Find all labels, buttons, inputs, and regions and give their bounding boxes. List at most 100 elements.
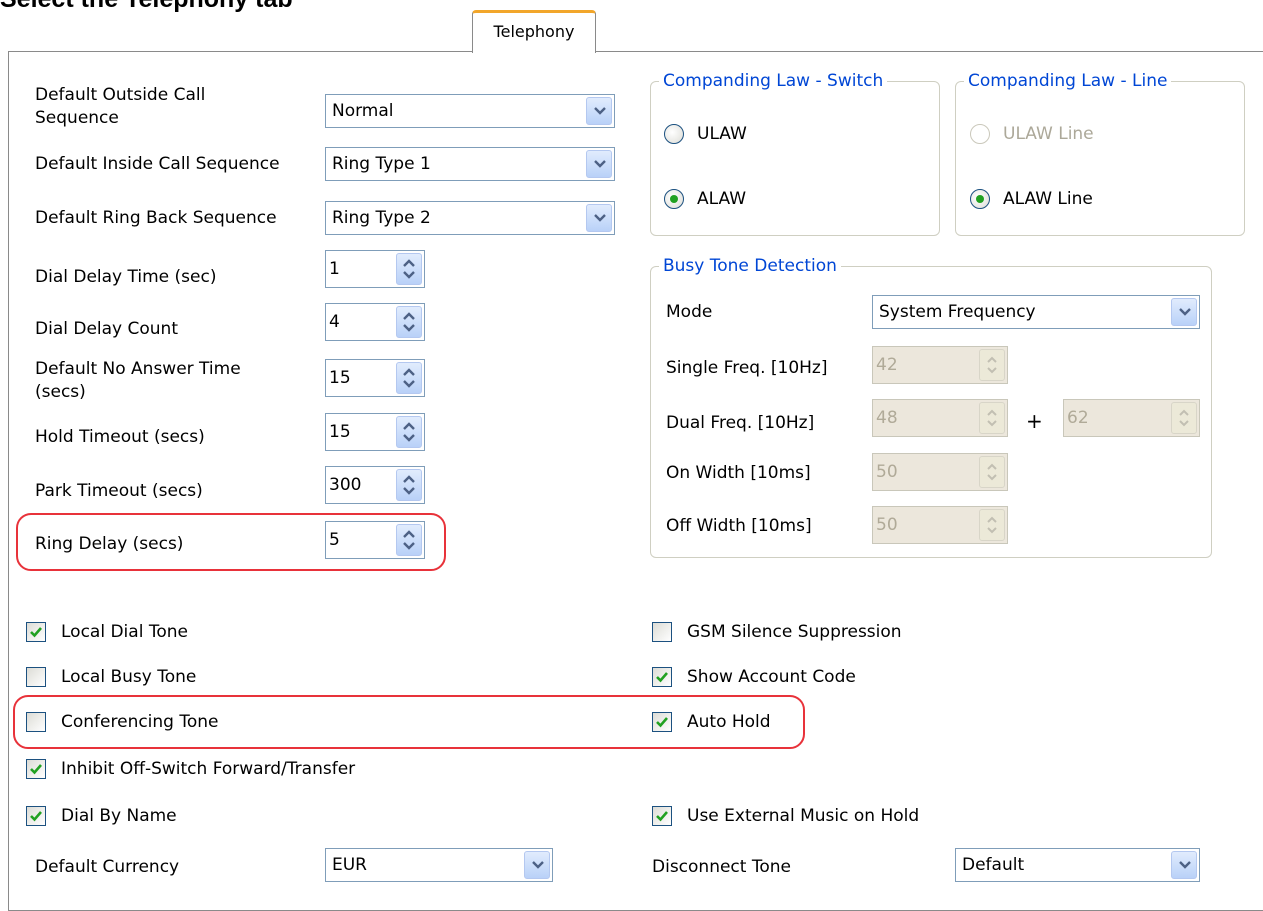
inhibit-off-switch-checkbox[interactable] xyxy=(26,759,46,779)
spinner-arrows-icon[interactable] xyxy=(979,402,1005,434)
on-width-spinner[interactable]: 50 xyxy=(872,453,1008,491)
conferencing-tone-label: Conferencing Tone xyxy=(61,712,219,732)
spinner-arrows-icon[interactable] xyxy=(979,349,1005,381)
local-busy-tone-label: Local Busy Tone xyxy=(61,667,197,687)
no-answer-time-value: 15 xyxy=(329,368,351,388)
dial-delay-count-value: 4 xyxy=(329,312,340,332)
local-dial-tone-checkbox[interactable] xyxy=(26,622,46,642)
off-width-value: 50 xyxy=(876,515,898,535)
ring-back-sequence-value: Ring Type 2 xyxy=(332,208,431,228)
spinner-arrows-icon[interactable] xyxy=(396,253,422,285)
dual-freq-1-spinner[interactable]: 48 xyxy=(872,399,1008,437)
conferencing-tone-checkbox[interactable] xyxy=(26,712,46,732)
dial-delay-count-label: Dial Delay Count xyxy=(35,319,178,339)
gsm-silence-checkbox[interactable] xyxy=(652,622,672,642)
show-account-code-label: Show Account Code xyxy=(687,667,856,687)
dial-delay-time-label: Dial Delay Time (sec) xyxy=(35,267,217,287)
radio-dot-icon xyxy=(976,195,984,203)
busy-tone-legend: Busy Tone Detection xyxy=(659,254,841,278)
on-width-value: 50 xyxy=(876,462,898,482)
companding-line-group: Companding Law - Line xyxy=(955,69,1245,236)
spinner-arrows-icon[interactable] xyxy=(396,306,422,338)
page-heading: Select the Telephony tab xyxy=(0,0,420,15)
chevron-down-icon[interactable] xyxy=(586,150,612,178)
dial-delay-time-spinner[interactable]: 1 xyxy=(325,250,425,288)
single-freq-value: 42 xyxy=(876,355,898,375)
mode-select[interactable]: System Frequency xyxy=(872,295,1200,329)
checkmark-icon xyxy=(656,672,668,683)
companding-switch-group: Companding Law - Switch xyxy=(650,69,940,236)
spinner-arrows-icon[interactable] xyxy=(979,509,1005,541)
outside-call-sequence-label: Default Outside Call Sequence xyxy=(35,85,206,128)
radio-dot-icon xyxy=(670,195,678,203)
chevron-down-icon[interactable] xyxy=(1171,851,1197,879)
ulaw-label: ULAW xyxy=(697,124,747,144)
park-timeout-value: 300 xyxy=(329,475,362,495)
tab-telephony[interactable]: Telephony xyxy=(472,10,596,53)
dual-freq-2-spinner[interactable]: 62 xyxy=(1063,399,1200,437)
chevron-down-icon[interactable] xyxy=(586,97,612,125)
ring-delay-label: Ring Delay (secs) xyxy=(35,534,184,554)
checkmark-icon xyxy=(656,717,668,728)
companding-line-legend: Companding Law - Line xyxy=(964,69,1172,93)
chevron-down-icon[interactable] xyxy=(1171,298,1197,326)
alaw-radio[interactable] xyxy=(664,189,684,209)
disconnect-tone-label: Disconnect Tone xyxy=(652,857,791,877)
local-dial-tone-label: Local Dial Tone xyxy=(61,622,188,642)
spinner-arrows-icon[interactable] xyxy=(1171,402,1197,434)
dual-freq-2-value: 62 xyxy=(1067,408,1089,428)
off-width-label: Off Width [10ms] xyxy=(666,516,812,536)
checkmark-icon xyxy=(656,811,668,822)
default-currency-label: Default Currency xyxy=(35,857,180,877)
external-moh-checkbox[interactable] xyxy=(652,806,672,826)
ulaw-radio[interactable] xyxy=(664,124,684,144)
checkmark-icon xyxy=(30,764,42,775)
inside-call-sequence-select[interactable]: Ring Type 1 xyxy=(325,147,615,181)
local-busy-tone-checkbox[interactable] xyxy=(26,667,46,687)
disconnect-tone-select[interactable]: Default xyxy=(955,848,1200,882)
checkmark-icon xyxy=(30,627,42,638)
inhibit-off-switch-label: Inhibit Off-Switch Forward/Transfer xyxy=(61,759,356,779)
ring-back-sequence-select[interactable]: Ring Type 2 xyxy=(325,201,615,235)
hold-timeout-spinner[interactable]: 15 xyxy=(325,413,425,451)
auto-hold-checkbox[interactable] xyxy=(652,712,672,732)
alaw-label: ALAW xyxy=(697,189,746,209)
off-width-spinner[interactable]: 50 xyxy=(872,506,1008,544)
spinner-arrows-icon[interactable] xyxy=(979,456,1005,488)
dial-by-name-checkbox[interactable] xyxy=(26,806,46,826)
chevron-down-icon[interactable] xyxy=(524,851,550,879)
spinner-arrows-icon[interactable] xyxy=(396,362,422,394)
no-answer-time-spinner[interactable]: 15 xyxy=(325,359,425,397)
dial-delay-count-spinner[interactable]: 4 xyxy=(325,303,425,341)
gsm-silence-label: GSM Silence Suppression xyxy=(687,622,902,642)
ring-delay-spinner[interactable]: 5 xyxy=(325,521,425,559)
outside-call-sequence-select[interactable]: Normal xyxy=(325,94,615,128)
inside-call-sequence-value: Ring Type 1 xyxy=(332,154,431,174)
ring-delay-value: 5 xyxy=(329,530,340,550)
park-timeout-spinner[interactable]: 300 xyxy=(325,466,425,504)
single-freq-spinner[interactable]: 42 xyxy=(872,346,1008,384)
show-account-code-checkbox[interactable] xyxy=(652,667,672,687)
ring-back-sequence-label: Default Ring Back Sequence xyxy=(35,208,277,228)
spinner-arrows-icon[interactable] xyxy=(396,469,422,501)
default-currency-select[interactable]: EUR xyxy=(325,848,553,882)
hold-timeout-label: Hold Timeout (secs) xyxy=(35,427,205,447)
park-timeout-label: Park Timeout (secs) xyxy=(35,481,203,501)
mode-value: System Frequency xyxy=(879,302,1036,322)
external-moh-label: Use External Music on Hold xyxy=(687,806,920,826)
spinner-arrows-icon[interactable] xyxy=(396,524,422,556)
alaw-line-radio[interactable] xyxy=(970,189,990,209)
outside-call-sequence-value: Normal xyxy=(332,101,394,121)
dial-by-name-label: Dial By Name xyxy=(61,806,177,826)
on-width-label: On Width [10ms] xyxy=(666,463,811,483)
spinner-arrows-icon[interactable] xyxy=(396,416,422,448)
plus-sign: + xyxy=(1026,409,1043,433)
single-freq-label: Single Freq. [10Hz] xyxy=(666,358,828,378)
chevron-down-icon[interactable] xyxy=(586,204,612,232)
ulaw-line-radio[interactable] xyxy=(970,124,990,144)
checkmark-icon xyxy=(30,811,42,822)
default-currency-value: EUR xyxy=(332,855,367,875)
companding-switch-legend: Companding Law - Switch xyxy=(659,69,888,93)
dual-freq-label: Dual Freq. [10Hz] xyxy=(666,413,815,433)
no-answer-time-label: Default No Answer Time (secs) xyxy=(35,359,241,402)
